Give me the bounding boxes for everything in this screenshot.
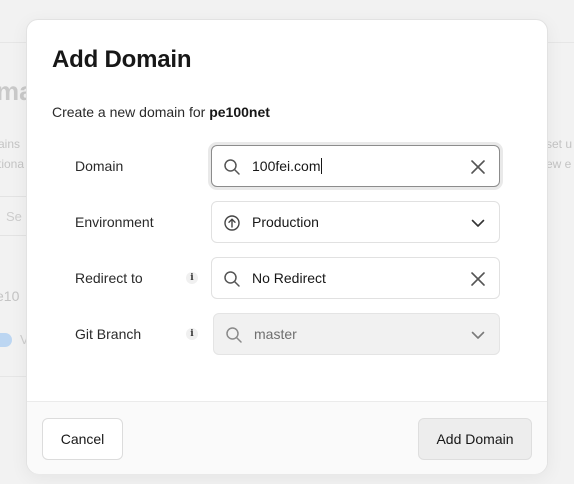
git-branch-value: master bbox=[254, 326, 297, 342]
environment-label: Environment bbox=[75, 214, 154, 230]
info-icon[interactable] bbox=[186, 328, 198, 340]
redirect-row: Redirect to No Redirect bbox=[75, 257, 501, 299]
cancel-button[interactable]: Cancel bbox=[42, 418, 123, 460]
environment-row: Environment Production bbox=[75, 201, 501, 243]
chevron-down-icon bbox=[471, 331, 485, 339]
description-prefix: Create a new domain for bbox=[52, 104, 210, 120]
search-icon bbox=[226, 327, 242, 343]
add-domain-button[interactable]: Add Domain bbox=[418, 418, 532, 460]
text-cursor bbox=[321, 158, 323, 174]
redirect-input[interactable]: No Redirect bbox=[211, 257, 500, 299]
domain-value-text[interactable]: 100fei.com bbox=[252, 158, 320, 174]
background-description-left: ains tiona bbox=[0, 134, 24, 174]
environment-select[interactable]: Production bbox=[211, 201, 500, 243]
domain-label: Domain bbox=[75, 158, 124, 174]
chevron-down-icon[interactable] bbox=[469, 214, 487, 232]
git-branch-label: Git Branch bbox=[75, 326, 142, 342]
redirect-label: Redirect to bbox=[75, 270, 143, 286]
modal-description: Create a new domain for pe100net bbox=[52, 104, 270, 120]
git-branch-select: master bbox=[213, 313, 500, 355]
add-domain-modal: Add Domain Create a new domain for pe100… bbox=[26, 19, 548, 474]
modal-footer: Cancel Add Domain bbox=[27, 402, 547, 474]
git-branch-row: Git Branch master bbox=[75, 313, 501, 355]
arrow-up-circle-icon bbox=[224, 215, 240, 231]
background-text-line: tiona bbox=[0, 157, 25, 171]
background-search-text: Se bbox=[6, 209, 22, 224]
background-verified-icon bbox=[0, 333, 12, 347]
redirect-value[interactable]: No Redirect bbox=[252, 270, 326, 286]
clear-icon[interactable] bbox=[469, 158, 487, 176]
search-icon bbox=[224, 159, 240, 175]
background-text-line: set u bbox=[546, 137, 573, 151]
background-text-line: ew e bbox=[546, 157, 572, 171]
domain-input[interactable]: 100fei.com bbox=[211, 145, 500, 187]
environment-value: Production bbox=[252, 214, 319, 230]
modal-title: Add Domain bbox=[52, 46, 192, 73]
background-project-name: e10 bbox=[0, 288, 20, 304]
project-name: pe100net bbox=[209, 104, 270, 120]
background-description-right: set u ew e bbox=[546, 134, 572, 174]
domain-row: Domain 100fei.com bbox=[75, 145, 501, 187]
background-text-line: ains bbox=[0, 137, 21, 151]
domain-value[interactable]: 100fei.com bbox=[252, 158, 323, 174]
info-icon[interactable] bbox=[186, 272, 198, 284]
search-icon bbox=[224, 271, 240, 287]
clear-icon[interactable] bbox=[469, 270, 487, 288]
